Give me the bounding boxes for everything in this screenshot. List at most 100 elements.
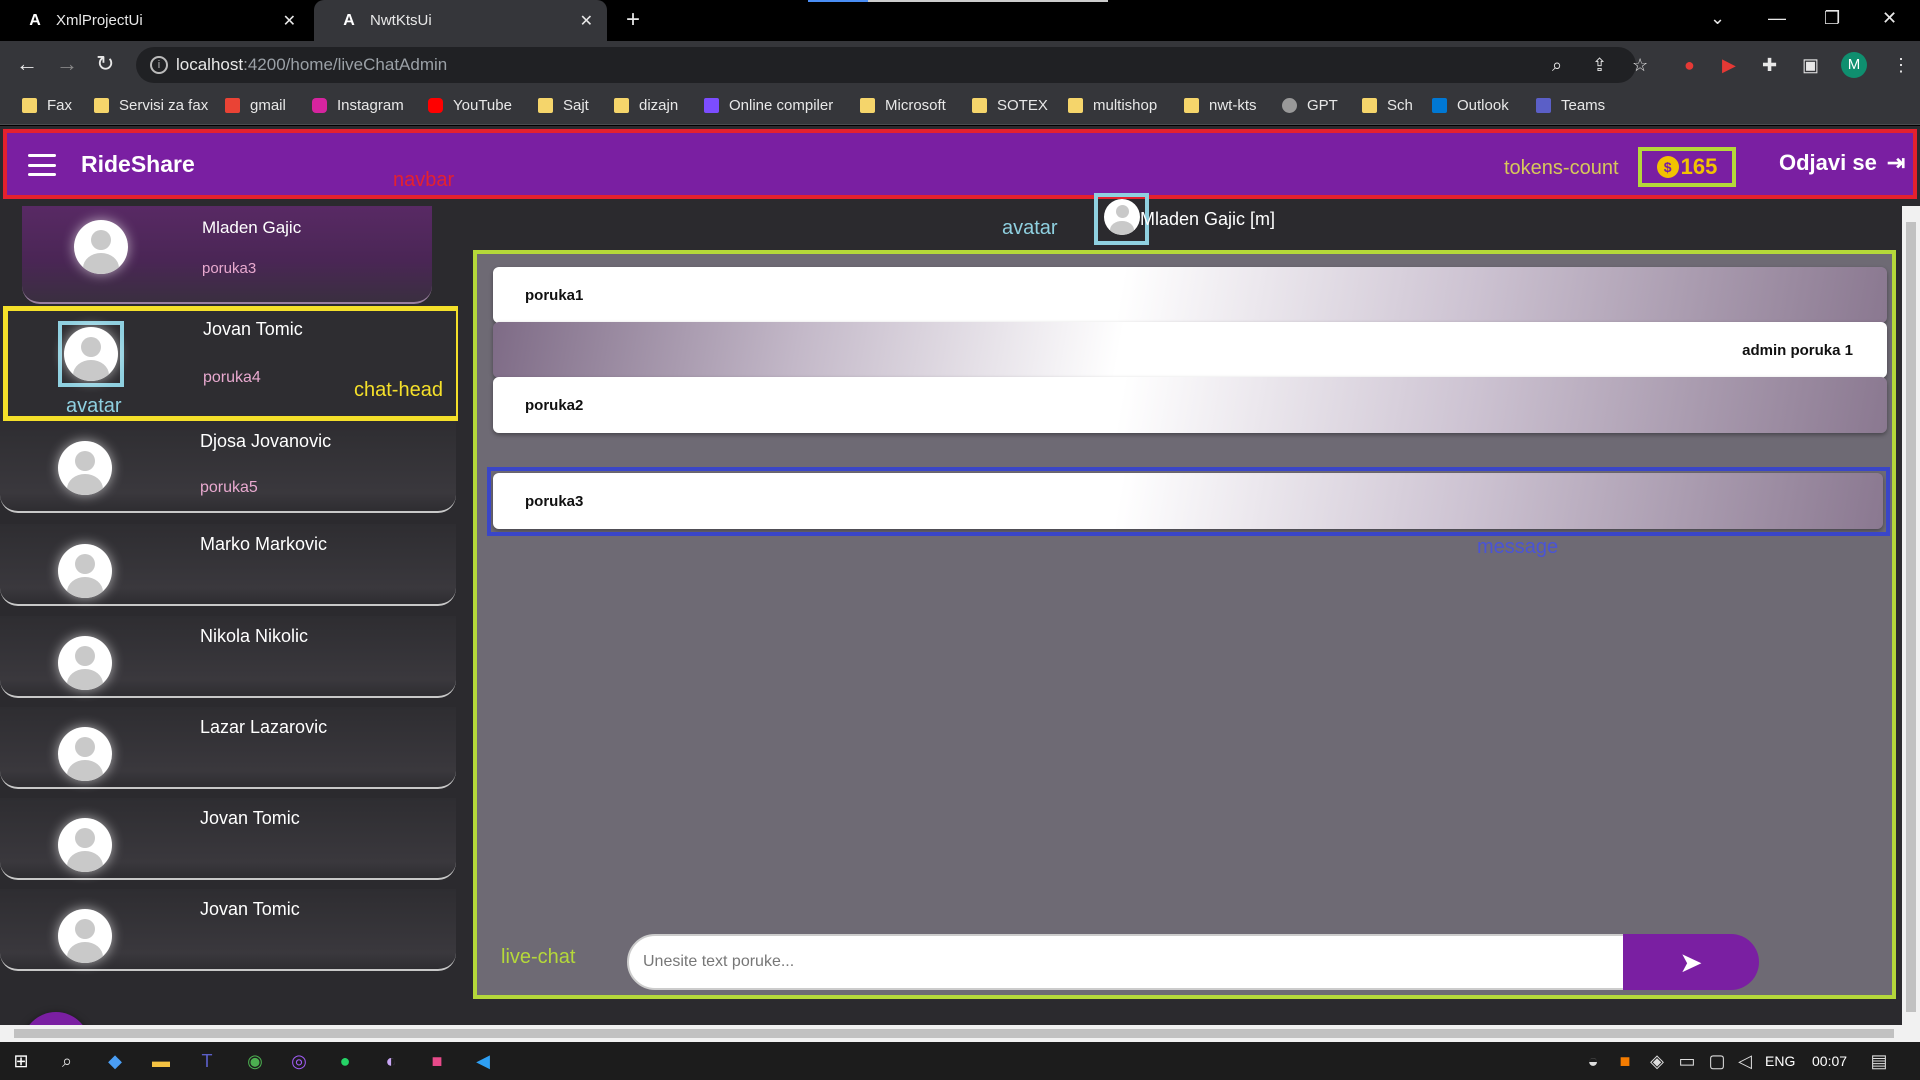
- live-chat: poruka1 admin poruka 1 poruka2 poruka3 m…: [473, 250, 1896, 999]
- bookmark-item[interactable]: Outlook: [1432, 97, 1509, 114]
- clock[interactable]: 00:07: [1812, 1053, 1847, 1069]
- send-button[interactable]: ➤: [1623, 934, 1759, 990]
- chat-head-last-message: poruka3: [202, 260, 257, 277]
- close-window-button[interactable]: ✕: [1882, 8, 1897, 29]
- message-input[interactable]: [627, 934, 1627, 990]
- network-icon[interactable]: ▢: [1706, 1050, 1728, 1072]
- bookmark-item[interactable]: Servisi za fax: [94, 97, 208, 114]
- bookmark-item[interactable]: YouTube: [428, 97, 512, 114]
- chat-head-name: Jovan Tomic: [200, 808, 300, 828]
- chat-head[interactable]: Jovan Tomic: [0, 889, 456, 971]
- avatar: [58, 909, 112, 963]
- avatar: [58, 441, 112, 495]
- chat-head-name: Jovan Tomic: [203, 319, 303, 339]
- discord-tray-icon[interactable]: ◒: [1582, 1050, 1604, 1072]
- vscode-icon[interactable]: ◀: [472, 1050, 494, 1072]
- reload-icon[interactable]: ↻: [96, 51, 114, 77]
- chrome-icon[interactable]: ◉: [244, 1050, 266, 1072]
- volume-icon[interactable]: ◁: [1734, 1050, 1756, 1072]
- annotation-avatar: avatar: [1002, 217, 1058, 239]
- messenger-icon[interactable]: ◎: [288, 1050, 310, 1072]
- logout-button[interactable]: Odjavi se ⇥: [1779, 150, 1905, 176]
- chat-head[interactable]: Marko Markovic: [0, 524, 456, 606]
- bookmark-item[interactable]: Teams: [1536, 97, 1605, 114]
- bookmark-item[interactable]: GPT: [1282, 97, 1338, 114]
- annotation-chat-head: chat-head: [354, 379, 443, 401]
- windows-start-icon[interactable]: ⊞: [10, 1050, 32, 1072]
- brand-title[interactable]: RideShare: [81, 151, 195, 178]
- tab-xmlprojectui[interactable]: A XmlProjectUi ✕: [0, 0, 310, 41]
- search-icon[interactable]: ⌕: [56, 1050, 78, 1072]
- message: poruka1: [493, 267, 1887, 323]
- tab-title: NwtKtsUi: [370, 12, 432, 29]
- chat-head[interactable]: Nikola Nikolic: [0, 616, 456, 698]
- app-icon[interactable]: ◆: [104, 1050, 126, 1072]
- bookmark-item[interactable]: SOTEX: [972, 97, 1048, 114]
- avatar: [58, 727, 112, 781]
- send-icon: ➤: [1679, 946, 1703, 978]
- puzzle-icon[interactable]: ✚: [1762, 55, 1777, 76]
- chat-fab-button[interactable]: 💬: [22, 1012, 90, 1026]
- horizontal-scrollbar[interactable]: [0, 1025, 1920, 1042]
- info-icon[interactable]: i: [150, 56, 168, 74]
- bookmark-item[interactable]: gmail: [225, 97, 286, 114]
- chat-head-selected[interactable]: avatar Jovan Tomic poruka4 chat-head: [3, 306, 458, 421]
- avatar: [58, 818, 112, 872]
- minimize-button[interactable]: —: [1768, 8, 1786, 29]
- teams-icon[interactable]: T: [196, 1050, 218, 1072]
- share-icon[interactable]: ⇪: [1592, 55, 1607, 76]
- whatsapp-icon[interactable]: ●: [334, 1050, 356, 1072]
- zoom-icon[interactable]: ⌕: [1552, 55, 1562, 76]
- tray-app-icon[interactable]: ■: [1614, 1050, 1636, 1072]
- hamburger-menu-icon[interactable]: [28, 154, 56, 176]
- annotation-navbar: navbar: [393, 169, 455, 191]
- annotation-message: message: [1477, 536, 1559, 558]
- chat-head-name: Djosa Jovanovic: [200, 431, 332, 451]
- extension-icon[interactable]: ●: [1684, 55, 1695, 76]
- security-tray-icon[interactable]: ◈: [1646, 1050, 1668, 1072]
- chat-head[interactable]: Lazar Lazarovic: [0, 707, 456, 789]
- message-admin: admin poruka 1: [493, 322, 1887, 378]
- battery-icon[interactable]: ▭: [1676, 1050, 1698, 1072]
- chat-head[interactable]: Mladen Gajic poruka3: [22, 206, 432, 304]
- restore-button[interactable]: ❐: [1824, 8, 1840, 29]
- tab-nwtktsui[interactable]: A NwtKtsUi ✕: [314, 0, 607, 41]
- close-icon[interactable]: ✕: [580, 11, 593, 31]
- bookmark-item[interactable]: nwt-kts: [1184, 97, 1257, 114]
- vertical-scrollbar[interactable]: [1902, 206, 1920, 1026]
- chat-head-name: Marko Markovic: [200, 534, 328, 554]
- file-explorer-icon[interactable]: ▬: [150, 1050, 172, 1072]
- chat-sidebar: Mladen Gajic poruka3 avatar Jovan Tomic …: [0, 206, 458, 1026]
- tab-search-icon[interactable]: ⌄: [1710, 8, 1725, 29]
- chat-head[interactable]: Djosa Jovanovic poruka5: [0, 421, 456, 513]
- bookmark-item[interactable]: multishop: [1068, 97, 1157, 114]
- chat-head-last-message: poruka4: [203, 369, 261, 386]
- bookmark-item[interactable]: Fax: [22, 97, 72, 114]
- notifications-icon[interactable]: ▤: [1868, 1050, 1890, 1072]
- chat-head-name: Mladen Gajic: [202, 218, 302, 237]
- chat-head[interactable]: Jovan Tomic: [0, 798, 456, 880]
- coin-icon: $: [1656, 156, 1679, 178]
- github-icon[interactable]: ◐: [380, 1050, 402, 1072]
- bookmark-item[interactable]: Microsoft: [860, 97, 946, 114]
- url-host: localhost: [176, 55, 244, 74]
- bookmark-item[interactable]: Sajt: [538, 97, 589, 114]
- bookmark-item[interactable]: Online compiler: [704, 97, 833, 114]
- bookmark-item[interactable]: Instagram: [312, 97, 404, 114]
- bookmark-item[interactable]: dizajn: [614, 97, 678, 114]
- new-tab-button[interactable]: +: [626, 8, 640, 32]
- intellij-icon[interactable]: ■: [426, 1050, 448, 1072]
- url-input[interactable]: i localhost:4200/home/liveChatAdmin: [136, 47, 1636, 83]
- sidepanel-icon[interactable]: ▣: [1802, 55, 1819, 76]
- star-icon[interactable]: ☆: [1632, 55, 1648, 76]
- profile-avatar[interactable]: M: [1841, 52, 1867, 78]
- menu-icon[interactable]: ⋮: [1892, 55, 1910, 76]
- extension-icon[interactable]: ▶: [1722, 55, 1736, 76]
- back-icon[interactable]: ←: [16, 51, 38, 77]
- bookmark-item[interactable]: Sch: [1362, 97, 1413, 114]
- close-icon[interactable]: ✕: [283, 11, 296, 31]
- language-indicator[interactable]: ENG: [1765, 1053, 1795, 1069]
- chat-head-last-message: poruka5: [200, 479, 258, 496]
- navbar: RideShare navbar tokens-count $ 165 Odja…: [3, 129, 1917, 199]
- forward-icon[interactable]: →: [56, 51, 78, 77]
